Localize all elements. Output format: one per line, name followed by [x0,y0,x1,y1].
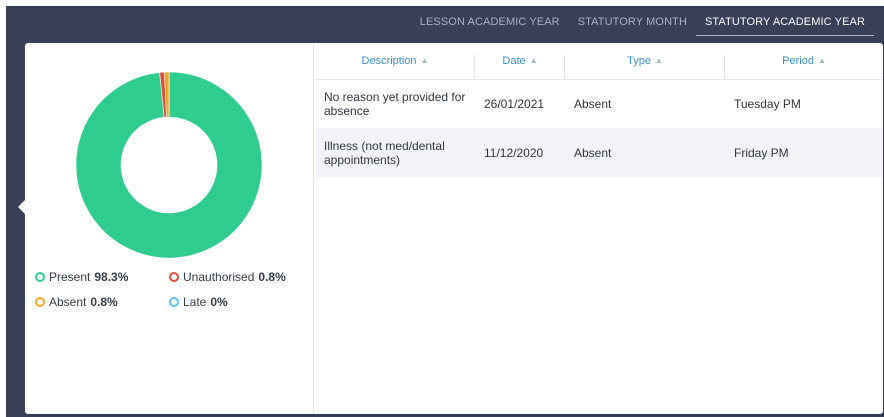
legend-present-value: 98.3% [94,270,129,284]
cell-date: 11/12/2020 [475,128,565,177]
chart-section: Present 98.3% Unauthorised 0.8% Absent 0… [25,43,314,414]
column-header-date[interactable]: Date ▲ [475,43,565,80]
cell-description: No reason yet provided for absence [324,89,466,118]
unauthorised-dot-icon [169,272,179,282]
sort-icon: ▲ [654,55,663,65]
sort-icon: ▲ [529,55,538,65]
late-dot-icon [169,297,179,307]
period-tabs: LESSON ACADEMIC YEAR STATUTORY MONTH STA… [411,14,874,36]
cell-period: Tuesday PM [734,96,801,111]
present-dot-icon [35,272,45,282]
tab-statutory-academic-year[interactable]: STATUTORY ACADEMIC YEAR [695,14,874,36]
attendance-panel: Present 98.3% Unauthorised 0.8% Absent 0… [25,43,883,414]
legend-unauthorised-value: 0.8% [258,270,286,284]
column-header-description[interactable]: Description ▲ [315,43,475,80]
legend-absent-value: 0.8% [90,295,118,309]
cell-period: Friday PM [725,128,883,177]
absence-table-section: Description ▲ Date ▲ Type ▲ Period ▲ No reas… [315,43,883,414]
absence-table: Description ▲ Date ▲ Type ▲ Period ▲ No reas… [315,43,883,177]
cell-type: Absent [574,96,612,111]
tab-lesson-academic-year[interactable]: LESSON ACADEMIC YEAR [411,14,569,36]
cell-description: Illness (not med/dental appointments) [315,128,475,177]
legend-absent: Absent 0.8% [35,295,118,309]
table-row[interactable]: Illness (not med/dental appointments) 11… [315,128,883,177]
table-header-row: Description ▲ Date ▲ Type ▲ Period ▲ [315,43,883,80]
legend-absent-label: Absent [49,295,87,309]
sort-icon: ▲ [817,55,826,65]
legend-present: Present 98.3% [35,270,128,284]
legend-late-label: Late [183,295,207,309]
legend-late: Late 0% [169,295,228,309]
legend-unauthorised-label: Unauthorised [183,270,255,284]
sort-icon: ▲ [420,55,429,65]
table-row[interactable]: No reason yet provided for absence 26/01… [315,79,883,128]
column-header-type[interactable]: Type ▲ [565,43,725,80]
absent-dot-icon [35,297,45,307]
tab-statutory-month[interactable]: STATUTORY MONTH [569,14,696,36]
cell-date: 26/01/2021 [484,96,545,111]
legend-unauthorised: Unauthorised 0.8% [169,270,286,284]
legend-late-value: 0% [210,295,228,309]
attendance-donut-chart [76,72,262,258]
cell-type: Absent [565,128,725,177]
legend-present-label: Present [49,270,91,284]
column-header-period[interactable]: Period ▲ [725,43,883,80]
